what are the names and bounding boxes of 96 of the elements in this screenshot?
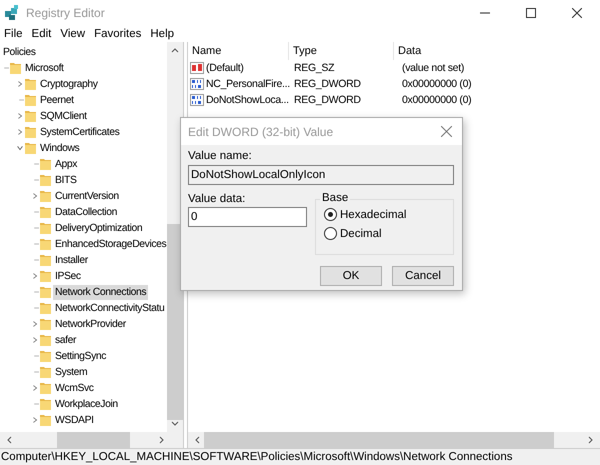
radio-label[interactable]: Decimal (340, 228, 382, 240)
folder-icon (40, 366, 51, 378)
expand-chevron-icon[interactable] (31, 335, 39, 345)
tree-item[interactable]: Microsoft (23, 60, 66, 76)
string-value-icon (190, 62, 204, 74)
folder-icon (40, 302, 51, 314)
binary-value-icon (190, 94, 204, 106)
close-icon[interactable] (572, 8, 582, 18)
tree-item[interactable]: SettingSync (53, 348, 108, 364)
folder-icon (25, 110, 36, 122)
ok-button[interactable]: OK (320, 266, 382, 286)
folder-icon (40, 238, 51, 250)
horizontal-scrollbar[interactable] (0, 432, 183, 448)
column-header[interactable]: Name (188, 42, 289, 60)
registry-cubes-icon (4, 4, 20, 20)
cancel-button[interactable]: Cancel (392, 266, 454, 286)
radio-label[interactable]: Hexadecimal (340, 208, 406, 220)
column-header[interactable]: Type (289, 42, 394, 60)
folder-icon (10, 62, 21, 74)
tree-item[interactable]: EnhancedStorageDevices (53, 236, 167, 252)
value-type: REG_SZ (293, 62, 336, 74)
tree-item[interactable]: DeliveryOptimization (53, 220, 144, 236)
menu-item[interactable]: Favorites (93, 28, 142, 40)
menu-item[interactable]: Edit (30, 28, 52, 40)
tree-item[interactable]: NetworkConnectivityStatu (53, 300, 166, 316)
tree-item[interactable]: IPSec (53, 268, 83, 284)
tree-item[interactable]: Installer (53, 252, 90, 268)
expand-chevron-icon[interactable] (31, 271, 39, 281)
tree-item[interactable]: CurrentVersion (53, 188, 121, 204)
menu-item[interactable]: Help (149, 28, 176, 40)
folder-icon (40, 398, 51, 410)
expand-chevron-icon[interactable] (31, 319, 39, 329)
tree-item[interactable]: BITS (53, 172, 78, 188)
expand-chevron-icon[interactable] (31, 191, 39, 201)
tree-item[interactable]: Network Connections (53, 284, 148, 300)
field-label: Value name: (188, 150, 253, 162)
value-data: 0x00000000 (0) (401, 94, 472, 106)
menu-item[interactable]: View (59, 28, 86, 40)
folder-icon (40, 254, 51, 266)
expand-chevron-icon[interactable] (16, 79, 24, 89)
column-header[interactable]: Data (394, 42, 600, 60)
tree-item[interactable]: SQMClient (38, 108, 89, 124)
radio-button[interactable] (324, 227, 337, 240)
value-name-field[interactable]: DoNotShowLocalOnlyIcon (188, 165, 454, 185)
maximize-icon[interactable] (526, 8, 536, 18)
expand-chevron-icon[interactable] (16, 127, 24, 137)
horizontal-scrollbar[interactable] (188, 432, 600, 448)
tree-item[interactable]: WSDAPI (53, 412, 96, 428)
value-data-field[interactable]: 0 (188, 207, 307, 227)
folder-icon (25, 78, 36, 90)
field-label: Value data: (188, 193, 246, 205)
menu-item[interactable]: File (3, 28, 24, 40)
value-data: (value not set) (401, 62, 464, 74)
folder-icon (40, 350, 51, 362)
folder-icon (40, 270, 51, 282)
folder-icon (25, 94, 36, 106)
folder-icon (40, 174, 51, 186)
tree-item[interactable]: DataCollection (53, 204, 119, 220)
value-data: 0x00000000 (0) (401, 78, 472, 90)
folder-icon (25, 142, 36, 154)
tree-item[interactable]: WorkplaceJoin (53, 396, 120, 412)
value-type: REG_DWORD (293, 94, 362, 106)
expand-chevron-icon[interactable] (31, 383, 39, 393)
tree-item[interactable]: System (53, 364, 90, 380)
status-bar: Computer\HKEY_LOCAL_MACHINE\SOFTWARE\Policies\Microsoft\Windows\Network Connections (0, 448, 600, 465)
vertical-scrollbar[interactable] (167, 42, 183, 432)
folder-icon (40, 382, 51, 394)
expand-chevron-icon[interactable] (16, 111, 24, 121)
tree-item[interactable]: safer (53, 332, 78, 348)
folder-icon (40, 334, 51, 346)
dialog-title: Edit DWORD (32-bit) Value (188, 124, 334, 138)
tree-item[interactable]: Peernet (38, 92, 76, 108)
value-type: REG_DWORD (293, 78, 362, 90)
binary-value-icon (190, 78, 204, 90)
value-name[interactable]: DoNotShowLoca... (204, 94, 289, 106)
value-name[interactable]: NC_PersonalFire... (204, 78, 290, 90)
folder-icon (40, 158, 51, 170)
tree-item[interactable]: NetworkProvider (53, 316, 128, 332)
folder-icon (40, 222, 51, 234)
window-title: Registry Editor (26, 6, 106, 20)
tree-item[interactable]: Cryptography (38, 76, 100, 92)
folder-icon (40, 414, 51, 426)
tree-item[interactable]: SystemCertificates (38, 124, 122, 140)
expand-chevron-icon[interactable] (31, 415, 39, 425)
folder-icon (25, 126, 36, 138)
value-name[interactable]: (Default) (204, 62, 244, 74)
folder-icon (40, 318, 51, 330)
tree-item[interactable]: Policies (1, 44, 38, 60)
group-label: Base (320, 192, 350, 204)
folder-icon (40, 206, 51, 218)
folder-icon (40, 190, 51, 202)
tree-item[interactable]: WcmSvc (53, 380, 96, 396)
tree-item[interactable]: Appx (53, 156, 80, 172)
radio-button[interactable] (324, 208, 337, 221)
tree-item[interactable]: Windows (38, 140, 82, 156)
folder-icon (40, 286, 51, 298)
